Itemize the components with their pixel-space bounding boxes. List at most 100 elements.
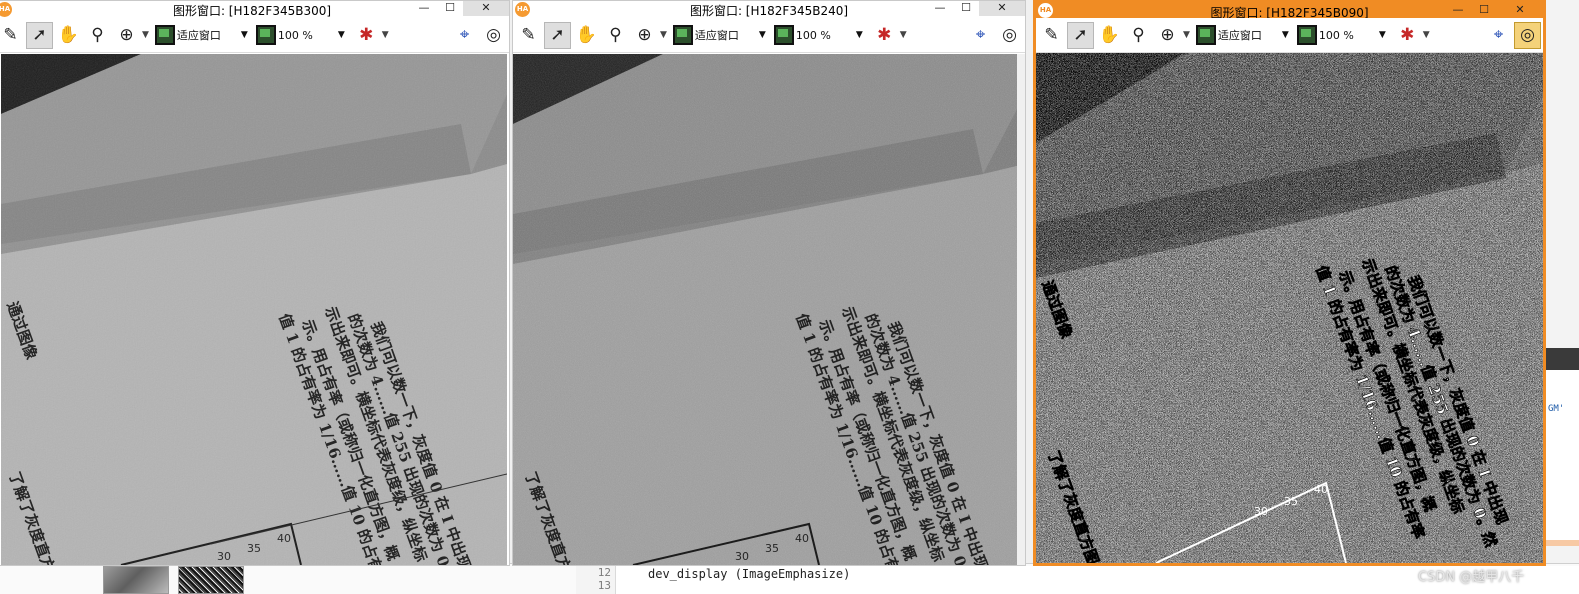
chevron-down-icon: ▼ <box>337 30 345 40</box>
minimize-icon[interactable]: — <box>927 1 953 16</box>
book-image-emphasized: 我们可以数一下，灰度值 0 在 I 中出现 的次数为 4……值 255 出现的次… <box>1036 53 1543 563</box>
vertical-scrollbar[interactable] <box>1017 54 1025 565</box>
axis-tick: 30 <box>735 550 749 563</box>
zoom-in-icon[interactable]: ⊕ <box>113 22 140 49</box>
image-canvas[interactable]: 我们可以数一下，灰度值 0 在 I 中出现 的次数为 4……值 255 出现的次… <box>513 54 1025 565</box>
chevron-down-icon[interactable]: ▼ <box>142 30 149 40</box>
hand-icon[interactable]: ✋ <box>1096 22 1123 49</box>
minimize-icon[interactable]: — <box>1445 3 1471 18</box>
axis-tick: 40 <box>795 532 809 545</box>
chevron-down-icon[interactable]: ▼ <box>660 30 667 40</box>
watermark: CSDN @越甲八千 <box>1418 570 1525 585</box>
maximize-icon[interactable]: ☐ <box>437 1 463 16</box>
code-line[interactable]: dev_display (ImageEmphasize) <box>648 567 850 581</box>
chevron-down-icon[interactable]: ▼ <box>1423 30 1430 40</box>
magnify-icon[interactable]: ⚲ <box>84 22 111 49</box>
zoom-percent-select[interactable]: 100 % ▼ <box>1296 22 1386 49</box>
maximize-icon[interactable]: ☐ <box>953 1 979 16</box>
image-thumbnail-2[interactable] <box>178 566 244 594</box>
line-number: 12 <box>597 566 611 579</box>
line-gutter: 12 13 <box>576 566 616 594</box>
chevron-down-icon[interactable]: ▼ <box>1183 30 1190 40</box>
paint-icon[interactable]: ✱ <box>1394 22 1421 49</box>
magnify-icon[interactable]: ⚲ <box>1125 22 1152 49</box>
image-canvas[interactable]: 我们可以数一下，灰度值 0 在 I 中出现 的次数为 4……值 255 出现的次… <box>1036 53 1543 563</box>
pointer-icon[interactable]: ➚ <box>544 21 571 49</box>
book-image: 我们可以数一下，灰度值 0 在 I 中出现 的次数为 4……值 255 出现的次… <box>1 54 507 565</box>
chevron-down-icon[interactable]: ▼ <box>900 30 907 40</box>
axis-icon[interactable]: ⌖ <box>967 22 994 49</box>
ide-code-fragment: GM' <box>1548 404 1565 414</box>
axis-tick: 30 <box>217 550 231 563</box>
paint-icon[interactable]: ✱ <box>353 22 380 49</box>
chevron-down-icon: ▼ <box>1281 30 1289 40</box>
window-controls: — ☐ ✕ <box>927 1 1025 18</box>
graphics-window-3[interactable]: HA 图形窗口: [H182F345B090] — ☐ ✕ ✎ ➚ ✋ ⚲ ⊕ … <box>1033 0 1546 566</box>
axis-tick: 40 <box>277 532 291 545</box>
pointer-icon[interactable]: ➚ <box>1067 21 1094 49</box>
image-canvas[interactable]: 我们可以数一下，灰度值 0 在 I 中出现 的次数为 4……值 255 出现的次… <box>1 54 507 565</box>
lightbulb-icon[interactable]: ◎ <box>1514 21 1541 49</box>
paint-icon[interactable]: ✱ <box>871 22 898 49</box>
axis-tick: 35 <box>765 542 779 555</box>
zoom-mode-select[interactable]: 适应窗口 ▼ <box>154 22 248 49</box>
window-toolbar: ✎ ➚ ✋ ⚲ ⊕ ▼ 适应窗口 ▼ 100 % ▼ ✱ ▼ ⌖ ◎ <box>513 18 1025 53</box>
image-thumbnail-1[interactable] <box>103 566 169 594</box>
chevron-down-icon: ▼ <box>1378 30 1386 40</box>
chevron-down-icon[interactable]: ▼ <box>382 30 389 40</box>
maximize-icon[interactable]: ☐ <box>1471 3 1497 18</box>
ide-header-bar <box>1546 348 1579 370</box>
draw-icon[interactable]: ✎ <box>1038 22 1065 49</box>
close-icon[interactable]: ✕ <box>1497 3 1543 18</box>
line-number: 13 <box>597 579 611 592</box>
zoom-percent-select[interactable]: 100 % ▼ <box>773 22 863 49</box>
window-toolbar: ✎ ➚ ✋ ⚲ ⊕ ▼ 适应窗口 ▼ 100 % ▼ ✱ ▼ ⌖ ◎ <box>0 18 509 53</box>
book-image: 我们可以数一下，灰度值 0 在 I 中出现 的次数为 4……值 255 出现的次… <box>513 54 1025 565</box>
ide-text-panel <box>1546 370 1579 540</box>
lightbulb-icon[interactable]: ◎ <box>996 22 1023 49</box>
zoom-mode-value: 适应窗口 <box>694 29 739 42</box>
draw-icon[interactable]: ✎ <box>515 22 542 49</box>
graphics-window-1[interactable]: HA 图形窗口: [H182F345B300] — ☐ ✕ ✎ ➚ ✋ ⚲ ⊕ … <box>0 0 510 566</box>
zoom-percent-icon <box>1296 25 1317 45</box>
zoom-percent-icon <box>255 25 276 45</box>
close-icon[interactable]: ✕ <box>463 1 509 16</box>
minimize-icon[interactable]: — <box>411 1 437 16</box>
chevron-down-icon: ▼ <box>240 30 248 40</box>
zoom-percent-icon <box>773 25 794 45</box>
desktop: 12 13 dev_display (ImageEmphasize) CSDN … <box>0 0 1579 594</box>
chevron-down-icon: ▼ <box>855 30 863 40</box>
fit-window-icon <box>1195 25 1216 45</box>
zoom-mode-value: 适应窗口 <box>176 29 221 42</box>
ide-right-panel: GM' <box>1545 0 1579 563</box>
axis-icon[interactable]: ⌖ <box>451 22 478 49</box>
window-titlebar[interactable]: HA 图形窗口: [H182F345B090] — ☐ ✕ <box>1036 3 1543 20</box>
draw-icon[interactable]: ✎ <box>0 22 24 49</box>
zoom-percent-value: 100 % <box>1318 28 1354 42</box>
window-titlebar[interactable]: HA 图形窗口: [H182F345B300] — ☐ ✕ <box>0 1 509 18</box>
window-controls: — ☐ ✕ <box>411 1 509 18</box>
zoom-in-icon[interactable]: ⊕ <box>631 22 658 49</box>
window-toolbar: ✎ ➚ ✋ ⚲ ⊕ ▼ 适应窗口 ▼ 100 % ▼ ✱ ▼ ⌖ ◎ <box>1036 18 1543 53</box>
close-icon[interactable]: ✕ <box>979 1 1025 16</box>
hand-icon[interactable]: ✋ <box>55 22 82 49</box>
fit-window-icon <box>154 25 175 45</box>
zoom-percent-value: 100 % <box>277 28 313 42</box>
graphics-window-2[interactable]: HA 图形窗口: [H182F345B240] — ☐ ✕ ✎ ➚ ✋ ⚲ ⊕ … <box>512 0 1026 566</box>
window-titlebar[interactable]: HA 图形窗口: [H182F345B240] — ☐ ✕ <box>513 1 1025 18</box>
magnify-icon[interactable]: ⚲ <box>602 22 629 49</box>
zoom-in-icon[interactable]: ⊕ <box>1154 22 1181 49</box>
zoom-mode-select[interactable]: 适应窗口 ▼ <box>672 22 766 49</box>
axis-tick: 35 <box>247 542 261 555</box>
ide-highlight-line <box>1546 540 1579 546</box>
zoom-percent-select[interactable]: 100 % ▼ <box>255 22 345 49</box>
zoom-mode-value: 适应窗口 <box>1217 29 1262 42</box>
lightbulb-icon[interactable]: ◎ <box>480 22 507 49</box>
zoom-mode-select[interactable]: 适应窗口 ▼ <box>1195 22 1289 49</box>
chevron-down-icon: ▼ <box>758 30 766 40</box>
pointer-icon[interactable]: ➚ <box>26 21 53 49</box>
fit-window-icon <box>672 25 693 45</box>
hand-icon[interactable]: ✋ <box>573 22 600 49</box>
axis-icon[interactable]: ⌖ <box>1485 22 1512 49</box>
zoom-percent-value: 100 % <box>795 28 831 42</box>
